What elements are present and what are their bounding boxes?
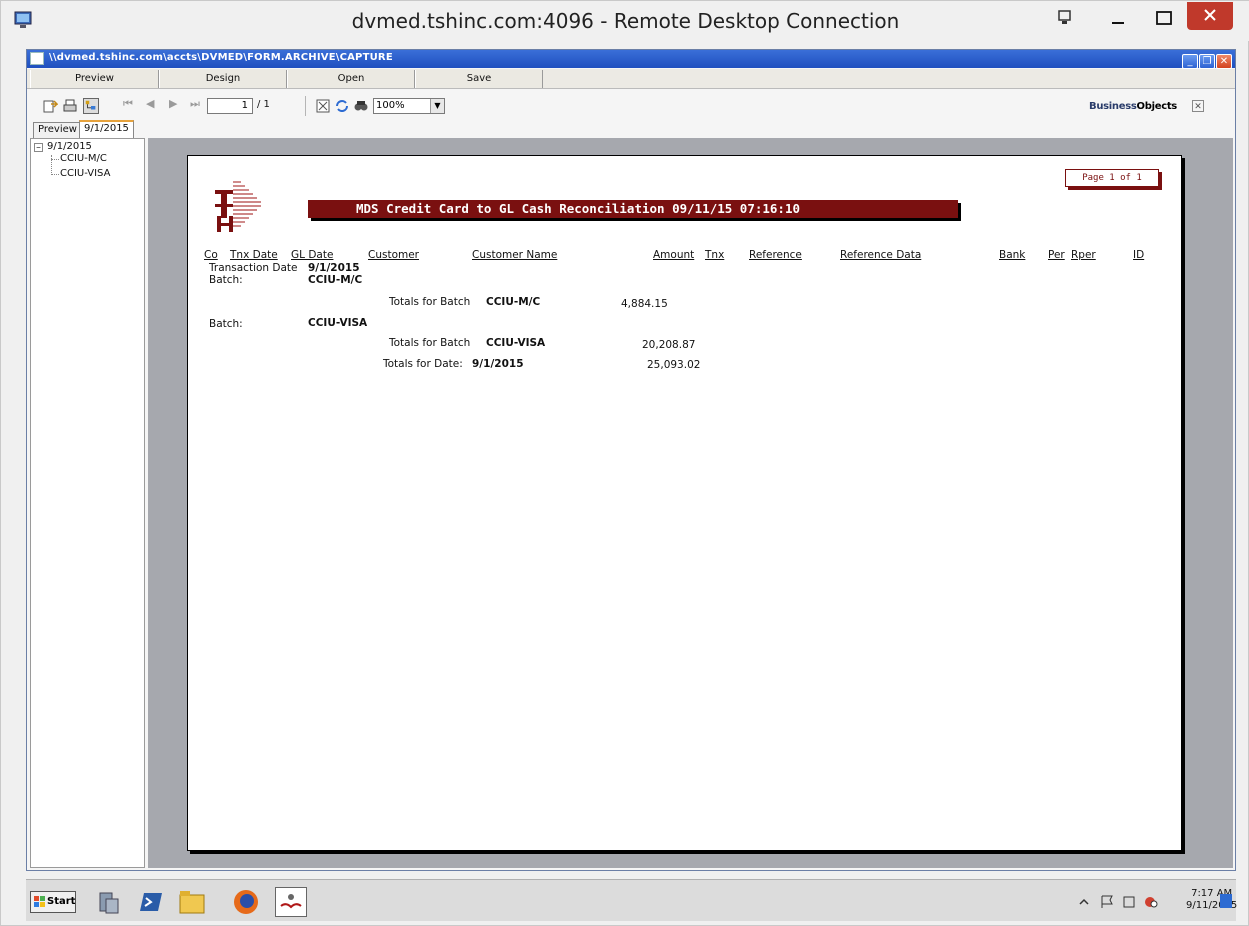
app-titlebar: \\dvmed.tshinc.com\accts\DVMED\FORM.ARCH… [27, 50, 1235, 69]
batch-totals-name: CCIU-M/C [486, 296, 541, 308]
close-icon [1204, 9, 1216, 21]
column-header: Reference Data [840, 249, 922, 261]
previous-page-icon[interactable]: ◀ [146, 97, 154, 110]
minimize-icon[interactable] [1095, 5, 1141, 33]
app-minimize-icon[interactable]: _ [1182, 54, 1198, 69]
menu-design[interactable]: Design [159, 70, 287, 88]
last-page-icon[interactable]: ⏭ [190, 97, 200, 111]
rdp-window: dvmed.tshinc.com:4096 - Remote Desktop C… [0, 0, 1249, 926]
report-app-taskbar-button[interactable] [275, 887, 307, 917]
file-explorer-icon[interactable] [176, 887, 208, 917]
batch-name: CCIU-M/C [308, 274, 363, 286]
zoom-select[interactable]: 100% ▼ [373, 98, 445, 114]
tab-date[interactable]: 9/1/2015 [79, 120, 134, 138]
batch-total-amount: 4,884.15 [621, 298, 668, 310]
tree-item-batch[interactable]: CCIU-M/C [60, 153, 107, 164]
report-viewer-window: \\dvmed.tshinc.com\accts\DVMED\FORM.ARCH… [26, 49, 1236, 871]
tree-connector [51, 155, 52, 175]
start-button[interactable]: Start [30, 891, 76, 913]
tree-connector [51, 159, 59, 160]
column-header: Tnx Date [230, 249, 278, 261]
batch-totals-label: Totals for Batch [389, 337, 471, 349]
column-header: Tnx [705, 249, 725, 261]
transaction-date-value: 9/1/2015 [308, 262, 360, 274]
connection-bar-icon[interactable] [1055, 8, 1075, 28]
column-header: Per [1048, 249, 1065, 261]
column-header: Amount [653, 249, 695, 261]
company-logo [215, 181, 261, 232]
zoom-value: 100% [376, 100, 405, 111]
taskbar: Start 7:17 AM 9/11/2015 [26, 879, 1237, 921]
tree-item-batch[interactable]: CCIU-VISA [60, 168, 110, 179]
collapse-icon[interactable]: − [34, 143, 43, 152]
batch-totals-name: CCIU-VISA [486, 337, 546, 349]
batch-label: Batch: [209, 274, 243, 286]
group-tree: − 9/1/2015 CCIU-M/C CCIU-VISA [30, 138, 145, 868]
menu-open[interactable]: Open [287, 70, 415, 88]
date-totals-date: 9/1/2015 [472, 358, 524, 370]
app-window-buttons: _ ❐ ✕ [1181, 51, 1232, 69]
print-icon[interactable] [62, 98, 78, 114]
column-header: GL Date [291, 249, 334, 261]
tab-preview[interactable]: Preview [33, 122, 82, 138]
report-toolbar: ⏮ ◀ ▶ ⏭ 1 / 1 100% ▼ BusinessObjects ✕ [27, 90, 1235, 130]
show-desktop-button[interactable] [1220, 894, 1232, 908]
next-page-icon[interactable]: ▶ [169, 97, 177, 110]
rdp-titlebar: dvmed.tshinc.com:4096 - Remote Desktop C… [1, 1, 1249, 41]
page-total: / 1 [257, 99, 270, 110]
start-label: Start [47, 896, 76, 907]
column-header: ID [1133, 249, 1145, 261]
businessobjects-logo: BusinessObjects [1089, 101, 1177, 112]
powershell-icon[interactable] [134, 887, 166, 917]
windows-logo-icon [34, 896, 45, 907]
first-page-icon[interactable]: ⏮ [123, 97, 133, 111]
stop-icon[interactable] [315, 98, 331, 114]
report-preview-area[interactable]: MDS Credit Card to GL Cash Reconciliatio… [148, 138, 1233, 868]
date-total-amount: 25,093.02 [647, 359, 701, 371]
page-number-input[interactable]: 1 [207, 98, 253, 114]
menu-preview[interactable]: Preview [30, 70, 159, 88]
close-panel-icon[interactable]: ✕ [1192, 100, 1204, 112]
column-header: Customer Name [472, 249, 558, 261]
tree-connector [51, 174, 59, 175]
app-window-title: \\dvmed.tshinc.com\accts\DVMED\FORM.ARCH… [49, 52, 393, 63]
mds-app-icon [280, 894, 302, 909]
system-tray-icons[interactable] [1074, 891, 1194, 913]
toolbar-divider [305, 96, 306, 116]
chevron-down-icon[interactable]: ▼ [430, 99, 444, 113]
batch-name: CCIU-VISA [308, 317, 368, 329]
report-page: MDS Credit Card to GL Cash Reconciliatio… [187, 155, 1182, 851]
export-icon[interactable] [42, 98, 58, 114]
transaction-date-label: Transaction Date [209, 262, 298, 274]
column-header: Co [204, 249, 218, 261]
maximize-icon[interactable] [1141, 5, 1187, 33]
page-indicator: Page 1 of 1 [1065, 169, 1159, 187]
server-manager-icon[interactable] [92, 887, 124, 917]
app-icon [30, 52, 44, 65]
column-header: Rper [1071, 249, 1096, 261]
brand-suffix: Objects [1136, 101, 1178, 112]
batch-total-amount: 20,208.87 [642, 339, 696, 351]
tree-root-item[interactable]: 9/1/2015 [47, 141, 92, 152]
firefox-icon[interactable] [230, 887, 262, 917]
column-header: Customer [368, 249, 420, 261]
batch-label: Batch: [209, 318, 243, 330]
column-header: Bank [999, 249, 1026, 261]
close-button[interactable] [1187, 2, 1233, 30]
date-totals-label: Totals for Date: [383, 358, 463, 370]
menu-save[interactable]: Save [415, 70, 543, 88]
report-title: MDS Credit Card to GL Cash Reconciliatio… [308, 200, 958, 218]
app-restore-icon[interactable]: ❐ [1199, 54, 1215, 69]
search-icon[interactable] [353, 98, 369, 114]
app-close-icon[interactable]: ✕ [1216, 54, 1232, 69]
column-header: Reference [749, 249, 802, 261]
brand-prefix: Business [1089, 101, 1137, 112]
group-tree-toggle-icon[interactable] [83, 98, 99, 114]
batch-totals-label: Totals for Batch [389, 296, 471, 308]
refresh-icon[interactable] [334, 98, 350, 114]
menu-bar: Preview Design Open Save [27, 69, 1235, 89]
